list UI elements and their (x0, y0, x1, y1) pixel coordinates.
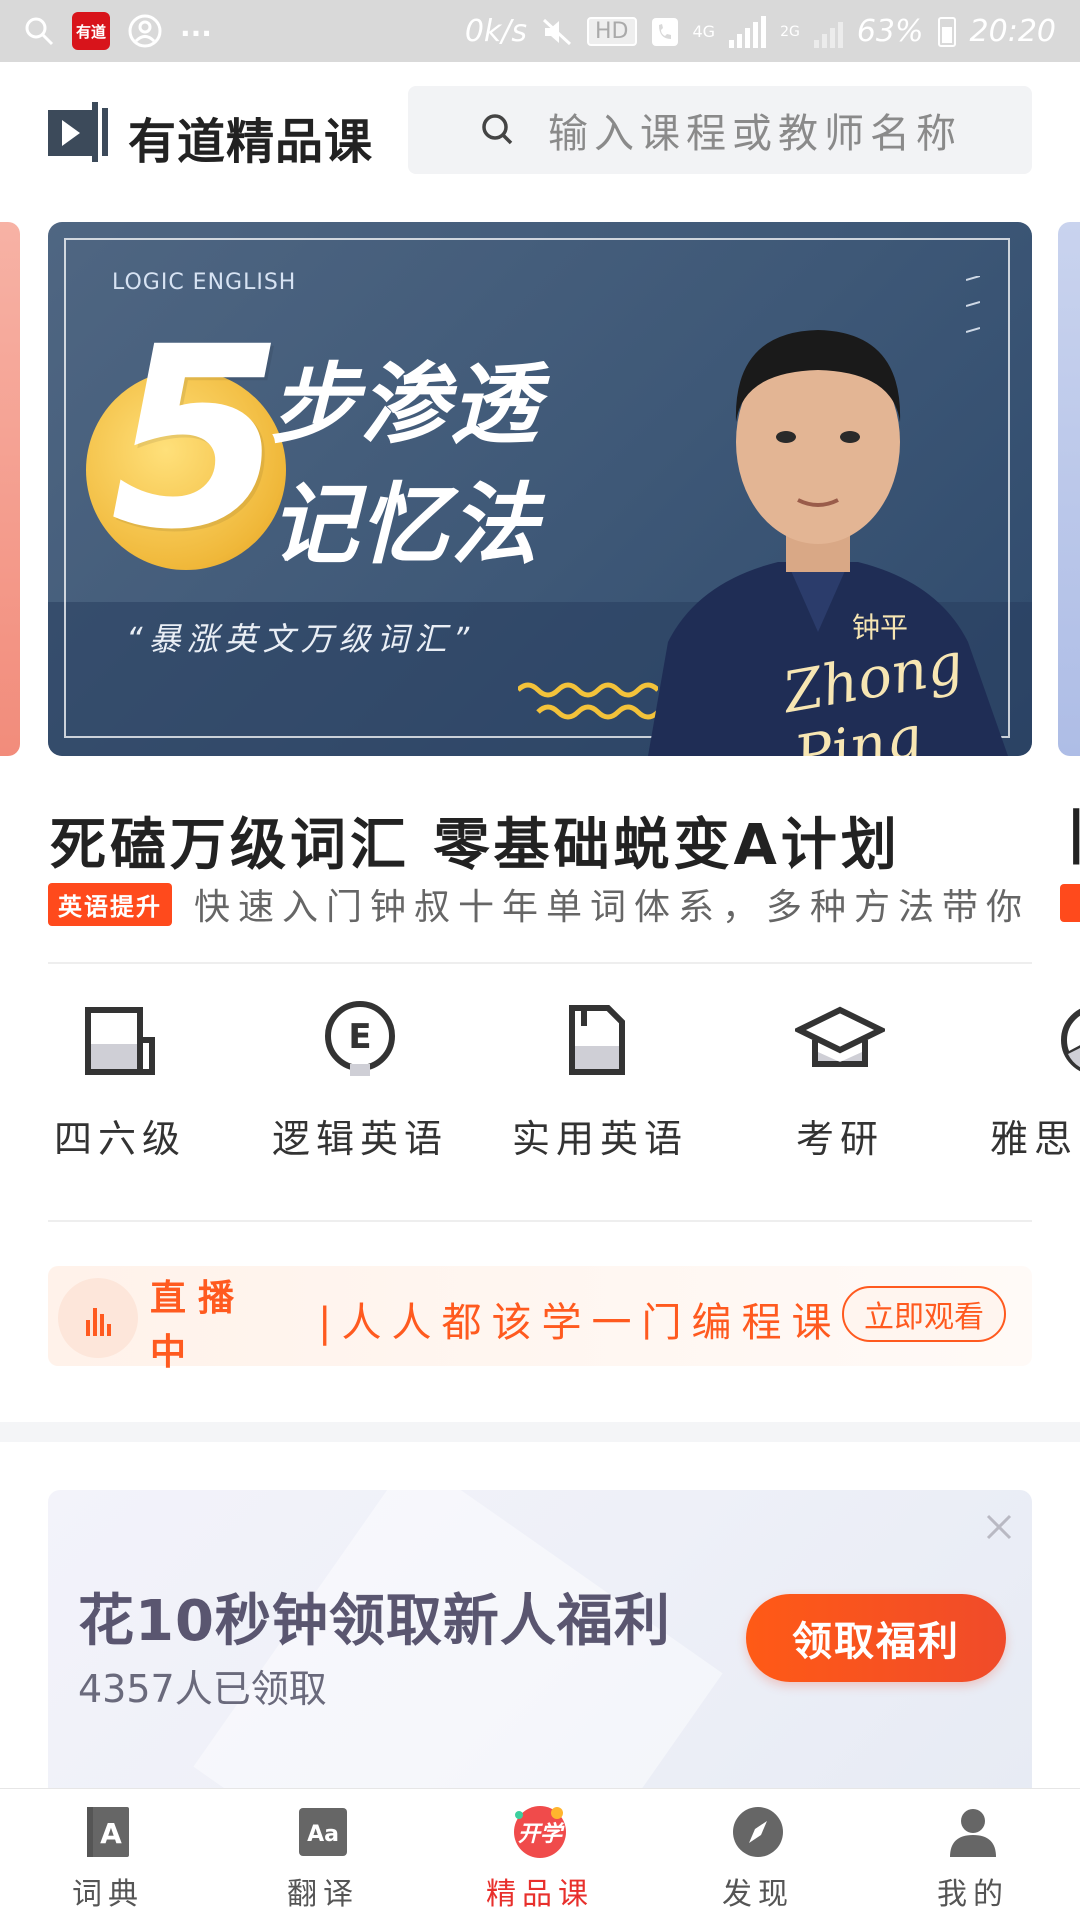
battery-percent: 63% (856, 14, 924, 49)
svg-text:Aa: Aa (307, 1822, 339, 1847)
promo-title: 花10秒钟领取新人福利 (78, 1589, 671, 1654)
e-bulb-icon: E (325, 1001, 395, 1076)
live-status: 直播中 (150, 1278, 247, 1373)
course-meta-row: 英语提升 快速入门钟叔十年单词体系，多种方法带你 (48, 882, 1048, 926)
more-notifications: ... (180, 9, 212, 43)
category-label: 四六级 (53, 1117, 186, 1161)
tab-translate[interactable]: Aa 翻译 (248, 1805, 398, 1913)
category-logic-english[interactable]: E 逻辑英语 (260, 1000, 460, 1163)
tab-discover[interactable]: 发现 (683, 1805, 833, 1913)
search-icon (25, 17, 54, 46)
promo-subtitle: 4357人已领取 (78, 1667, 327, 1711)
banner-big-number: 5 (110, 293, 284, 584)
app-header: 有道精品课 输入课程或教师名称 (0, 62, 1080, 192)
kaixue-icon: 开学 (514, 1806, 566, 1858)
divider (48, 1220, 1032, 1222)
category-practical-english[interactable]: 实用英语 (500, 1000, 700, 1163)
tab-dictionary[interactable]: A 词典 (33, 1805, 183, 1913)
live-title: |人人都该学一门编程课 (318, 1300, 842, 1346)
signal-4g-icon (729, 15, 767, 48)
status-bar-left: 有道 ... (24, 9, 212, 50)
mute-icon (542, 18, 572, 45)
close-icon[interactable] (984, 1512, 1014, 1542)
hd-badge: HD (587, 17, 637, 46)
pie-icon (1061, 1008, 1080, 1072)
compass-icon (733, 1807, 783, 1857)
new-user-promo-card: 花10秒钟领取新人福利 4357人已领取 领取福利 (48, 1490, 1032, 1788)
next-course-title-peek: | (1066, 800, 1080, 865)
net-2g-label: 2G (780, 23, 800, 40)
net-4g-label: 4G (692, 22, 716, 41)
svg-text:E: E (348, 1017, 371, 1057)
status-bar-right: 0k/s HD 4G 2G 63% 20:20 (465, 14, 1056, 49)
category-label: 逻辑英语 (271, 1117, 448, 1161)
tab-label: 词典 (72, 1877, 144, 1912)
category-postgraduate[interactable]: 考研 (740, 1000, 940, 1163)
live-banner[interactable]: 直播中 |人人都该学一门编程课 立即观看 (48, 1266, 1032, 1373)
tab-label: 精品课 (486, 1877, 594, 1912)
svg-text:A: A (100, 1817, 122, 1850)
live-bars-icon (86, 1308, 111, 1336)
course-title[interactable]: 死磕万级词汇 零基础蜕变A计划 (50, 800, 901, 881)
net-speed: 0k/s (464, 14, 528, 49)
watch-now-button[interactable]: 立即观看 (842, 1286, 1006, 1342)
category-row: 四六级 E 逻辑英语 实用英语 考研 雅思 (0, 1000, 1080, 1200)
search-bar[interactable]: 输入课程或教师名称 (408, 86, 1032, 174)
tab-label: 翻译 (287, 1877, 359, 1912)
graduation-cap-icon (795, 1006, 885, 1067)
course-tag: 英语提升 (48, 882, 172, 926)
account-icon (128, 14, 162, 48)
banner-eyebrow: LOGIC ENGLISH (112, 270, 297, 295)
signal-2g-icon (813, 16, 843, 48)
battery-icon (937, 16, 956, 47)
call-icon (651, 17, 678, 46)
profile-icon (950, 1809, 996, 1857)
banner-quote: “暴涨英文万级词汇” (126, 620, 476, 658)
live-icon-bg (58, 1278, 138, 1358)
search-placeholder: 输入课程或教师名称 (548, 111, 962, 157)
category-ielts[interactable]: 雅思 (980, 1000, 1080, 1163)
course-description: 快速入门钟叔十年单词体系，多种方法带你 (194, 887, 1031, 926)
status-bar: 有道 ... 0k/s HD 4G 2G 63% 20:20 (0, 0, 1080, 62)
bottom-navigation: A 词典 Aa 翻译 开学 精品课 发现 我的 (0, 1788, 1080, 1920)
category-label: 考研 (795, 1117, 884, 1161)
book-icon (85, 1007, 155, 1075)
claim-benefit-button[interactable]: 领取福利 (746, 1594, 1006, 1682)
banner-headline-line2: 记忆法 (270, 473, 541, 576)
tab-profile[interactable]: 我的 (898, 1805, 1048, 1913)
carousel-next-peek[interactable] (1058, 222, 1080, 756)
tab-premium-courses[interactable]: 开学 精品课 (465, 1805, 615, 1913)
translate-icon: Aa (299, 1808, 347, 1856)
search-icon (482, 114, 513, 145)
kaixue-badge-text: 开学 (518, 1821, 565, 1847)
category-cet[interactable]: 四六级 (20, 1000, 220, 1163)
dictionary-icon: A (87, 1807, 129, 1857)
divider (48, 962, 1032, 964)
banner-headline-line1: 步渗透 (270, 353, 541, 456)
dash-decoration-icon (966, 276, 980, 333)
category-label: 实用英语 (511, 1117, 688, 1161)
section-gap (0, 1422, 1080, 1442)
youdao-app-icon: 有道 (72, 12, 110, 50)
next-course-tag-peek (1060, 884, 1080, 922)
clock: 20:20 (969, 14, 1056, 49)
category-label: 雅思 (990, 1117, 1079, 1161)
app-name: 有道精品课 (128, 114, 374, 170)
course-banner[interactable]: LOGIC ENGLISH 5 步渗透 记忆法 “暴涨英文万级词汇” 钟平 Zh… (48, 222, 1032, 756)
youdao-logo-icon (48, 102, 108, 162)
folder-icon (569, 1005, 625, 1075)
carousel-prev-peek[interactable] (0, 222, 20, 756)
tab-label: 我的 (937, 1877, 1009, 1912)
tab-label: 发现 (722, 1877, 794, 1912)
